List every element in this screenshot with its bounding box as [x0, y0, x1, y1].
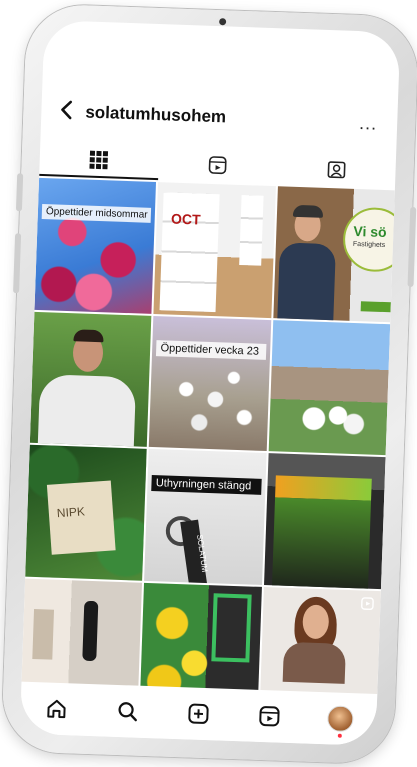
grid-icon — [89, 150, 109, 170]
search-icon — [118, 702, 137, 722]
chevron-left-icon[interactable] — [59, 99, 86, 125]
phone-screen: solatumhusohem ... Öppettider midsommar … — [19, 20, 401, 746]
reels-icon — [361, 596, 374, 610]
man-shirt — [37, 373, 137, 447]
posts-grid: Öppettider midsommar OCT Vi sö Fastighet… — [20, 177, 395, 723]
more-options-icon[interactable]: ... — [359, 113, 378, 135]
volume-down-button — [13, 233, 22, 294]
nav-home[interactable] — [41, 693, 72, 724]
brand-badge: Vi sö Fastighets — [342, 206, 395, 273]
man-portrait-post[interactable]: Vi sö Fastighets — [273, 186, 395, 322]
box-stack-right — [238, 194, 264, 266]
post-caption: Öppettider vecka 23 — [156, 339, 267, 360]
nav-profile[interactable] — [325, 703, 356, 738]
badge-title: Vi sö — [353, 222, 387, 241]
add-post-icon — [188, 703, 209, 724]
event-tent-post[interactable] — [263, 453, 386, 589]
tagged-icon — [327, 161, 346, 179]
man-hair — [73, 328, 104, 342]
profile-header: solatumhusohem ... — [59, 97, 380, 138]
reels-icon — [208, 156, 227, 175]
volume-up-button — [15, 173, 24, 212]
woman-face — [301, 603, 330, 639]
green-frame — [211, 592, 252, 663]
sign-text: NIPK — [56, 504, 86, 521]
blossom-cluster — [288, 397, 371, 441]
lamp — [82, 600, 99, 661]
post-caption: Uthyrningen stängd — [151, 475, 262, 495]
profile-username: solatumhusohem — [85, 102, 227, 127]
nav-create[interactable] — [183, 698, 214, 729]
octo-boxes-post[interactable]: OCT — [153, 182, 276, 318]
profile-avatar-icon — [327, 705, 355, 733]
power-button — [407, 206, 417, 288]
building-blossoms-post[interactable] — [268, 319, 391, 456]
man-cap — [292, 204, 323, 218]
shelf — [32, 608, 55, 660]
wooden-sign: NIPK — [46, 480, 116, 555]
man-body — [276, 242, 336, 322]
top-sensor — [219, 18, 227, 26]
white-blossoms-post[interactable]: Öppettider vecka 23 — [149, 315, 271, 452]
man-green-post[interactable] — [29, 311, 152, 447]
keys-post[interactable]: Uthyrningen stängd SOLATUM — [144, 448, 267, 585]
tab-posts-grid[interactable] — [39, 141, 159, 181]
bottom-navigation — [19, 681, 378, 746]
home-icon — [46, 699, 66, 719]
pink-blossoms-post[interactable]: Öppettider midsommar — [34, 177, 157, 314]
green-strip — [360, 300, 391, 312]
sign-plants-post[interactable]: NIPK — [25, 444, 148, 581]
nav-search[interactable] — [112, 696, 143, 727]
notification-dot — [338, 733, 343, 738]
tent-body — [271, 497, 371, 589]
tab-tagged[interactable] — [276, 150, 396, 188]
badge-subtitle: Fastighets — [352, 240, 386, 250]
nav-reels[interactable] — [254, 701, 285, 732]
phone-frame: solatumhusohem ... Öppettider midsommar … — [1, 3, 417, 765]
reels-icon — [259, 706, 280, 727]
box-logo-text: OCT — [170, 210, 201, 228]
post-caption: Öppettider midsommar — [41, 204, 152, 223]
tab-reels[interactable] — [158, 146, 278, 184]
woman-body — [282, 641, 346, 684]
